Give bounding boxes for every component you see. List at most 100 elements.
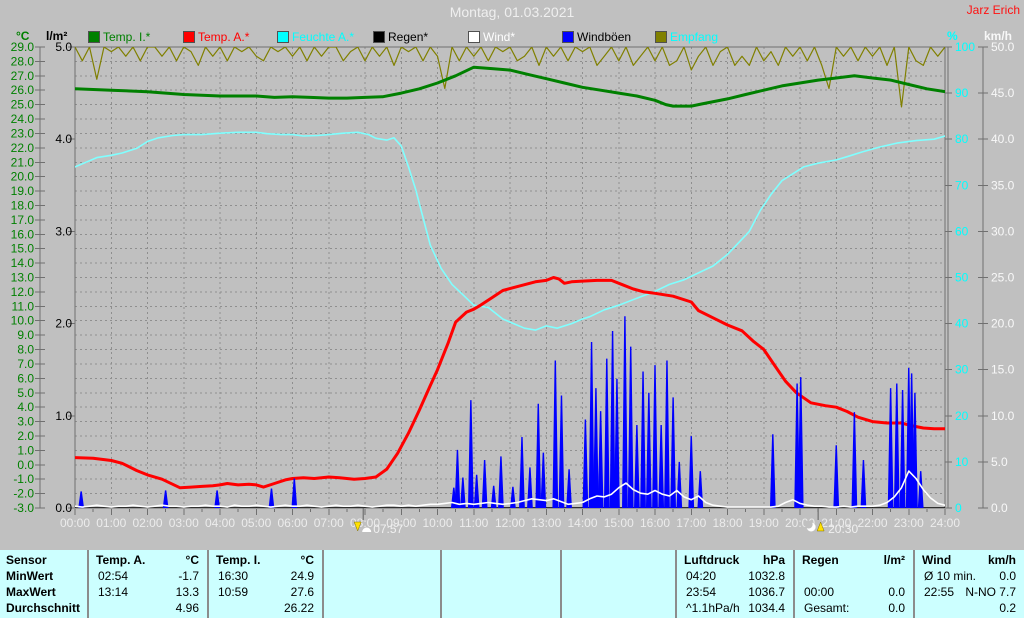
y-axis-label-celsius: 14.0 — [11, 256, 35, 270]
y-axis-label-celsius: 13.0 — [11, 271, 35, 285]
y-axis-label-percent: 10 — [955, 455, 969, 469]
wind-value: 0.0 — [999, 569, 1016, 583]
luftdruck-value: 1036.7 — [748, 585, 785, 599]
wind-gust-spike — [633, 425, 640, 508]
x-axis-label: 16:00 — [640, 516, 670, 530]
wind-gust-spike — [688, 436, 695, 508]
axis-ticks — [35, 46, 988, 515]
wind-gust-spike — [664, 360, 670, 508]
col-unit-luftdruck: hPa — [762, 553, 785, 567]
col-unit-regen: l/m² — [883, 553, 905, 567]
y-axis-label-celsius: 24.0 — [11, 112, 35, 126]
wind-gust-spike — [676, 461, 683, 508]
x-axis-label: 02:00 — [132, 516, 162, 530]
y-axis-label-celsius: 11.0 — [12, 299, 35, 313]
wind-gust-spike — [597, 411, 604, 508]
x-axis-label: 11:00 — [459, 516, 488, 530]
row-label: MaxWert — [6, 585, 56, 599]
wind-gust-spike — [833, 445, 840, 508]
y-axis-label-lm2: 5.0 — [55, 40, 72, 54]
y-axis-label-lm2: 1.0 — [55, 409, 72, 423]
axis-labels: 29.028.027.026.025.024.023.022.021.020.0… — [11, 40, 1015, 530]
y-axis-label-kmh: 15.0 — [991, 363, 1015, 377]
wind-value: 0.2 — [999, 601, 1016, 615]
wind-gust-spike — [467, 400, 474, 508]
table-divider — [207, 550, 209, 618]
x-axis-label: 18:00 — [712, 516, 742, 530]
y-axis-label-percent: 60 — [955, 224, 969, 238]
y-axis-label-celsius: 17.0 — [11, 213, 35, 227]
weather-app-window: Montag, 01.03.2021 Jarz Erich °C l/m² % … — [0, 0, 1024, 618]
y-axis-label-celsius: 29.0 — [11, 40, 35, 54]
col-unit-temp-i: °C — [300, 553, 314, 567]
wind-gust-spike — [769, 434, 776, 508]
y-axis-label-percent: 0 — [955, 501, 962, 515]
wind-gust-spike — [527, 467, 533, 508]
wind-gust-spike — [490, 485, 497, 508]
wind-gust-spike — [566, 469, 572, 508]
x-axis-label: 17:00 — [676, 516, 706, 530]
y-axis-label-celsius: 15.0 — [11, 242, 35, 256]
y-axis-label-percent: 70 — [955, 178, 969, 192]
wind-gust-spike — [697, 471, 704, 508]
x-axis-label: 22:00 — [857, 516, 887, 530]
x-axis-label: 00:00 — [60, 516, 90, 530]
row-label: Durchschnitt — [6, 601, 81, 615]
y-axis-label-percent: 100 — [955, 40, 975, 54]
wind-gust-spike — [552, 360, 559, 508]
temp-i-value: 24.9 — [290, 569, 314, 583]
y-axis-label-kmh: 45.0 — [991, 86, 1015, 100]
x-axis-label: 12:00 — [495, 516, 525, 530]
y-axis-label-kmh: 30.0 — [991, 224, 1015, 238]
marker-time-label: 20:30 — [828, 522, 858, 536]
y-axis-label-kmh: 20.0 — [991, 317, 1015, 331]
series-wind-line — [75, 470, 945, 508]
wind-gust-spike — [658, 425, 665, 508]
col-unit-temp-a: °C — [185, 553, 199, 567]
y-axis-label-celsius: 5.0 — [17, 386, 34, 400]
y-axis-label-celsius: 10.0 — [11, 314, 35, 328]
wind-gust-spike — [645, 392, 652, 508]
wind-gust-spike — [481, 460, 488, 508]
y-axis-label-kmh: 40.0 — [991, 132, 1015, 146]
grid — [75, 47, 945, 508]
wind-gust-spike — [887, 388, 894, 508]
regen-value: 0.0 — [888, 585, 905, 599]
marker-time-label: 07:57 — [373, 522, 403, 536]
y-axis-label-celsius: 6.0 — [17, 371, 34, 385]
wind-gust-spike — [535, 403, 542, 508]
x-axis-label: 14:00 — [567, 516, 597, 530]
wind-gust-spike — [860, 460, 867, 508]
y-axis-label-celsius: 9.0 — [17, 328, 34, 342]
x-axis-label: 15:00 — [604, 516, 634, 530]
wind-gust-spike — [558, 395, 565, 508]
y-axis-label-celsius: -2.0 — [13, 487, 34, 501]
y-axis-label-percent: 90 — [955, 86, 969, 100]
y-axis-label-kmh: 10.0 — [991, 409, 1015, 423]
y-axis-label-kmh: 25.0 — [991, 271, 1015, 285]
wind-gust-spike — [498, 456, 504, 508]
y-axis-label-celsius: 28.0 — [11, 54, 35, 68]
y-axis-label-celsius: 27.0 — [11, 69, 35, 83]
wind-gust-spike — [519, 436, 525, 508]
wind-gust-spike — [593, 388, 599, 508]
wind-gust-spike — [510, 486, 516, 508]
x-axis-label: 13:00 — [531, 516, 561, 530]
regen-value: 0.0 — [888, 601, 905, 615]
table-divider — [87, 550, 89, 618]
temp-a-value: -1.7 — [178, 569, 199, 583]
x-axis-label: 07:00 — [314, 516, 344, 530]
y-axis-label-celsius: 7.0 — [17, 357, 34, 371]
y-axis-label-celsius: 21.0 — [11, 155, 35, 169]
y-axis-label-celsius: 20.0 — [11, 170, 35, 184]
wind-gust-spike — [851, 412, 858, 508]
x-axis-label: 03:00 — [169, 516, 199, 530]
x-axis-label: 04:00 — [205, 516, 235, 530]
wind-gust-spike — [912, 392, 918, 508]
y-axis-label-lm2: 2.0 — [55, 317, 72, 331]
wind-value: N-NO 7.7 — [965, 585, 1016, 599]
y-axis-label-celsius: -3.0 — [13, 501, 34, 515]
table-divider — [440, 550, 442, 618]
y-axis-label-kmh: 0.0 — [991, 501, 1008, 515]
row-label: Sensor — [6, 553, 47, 567]
